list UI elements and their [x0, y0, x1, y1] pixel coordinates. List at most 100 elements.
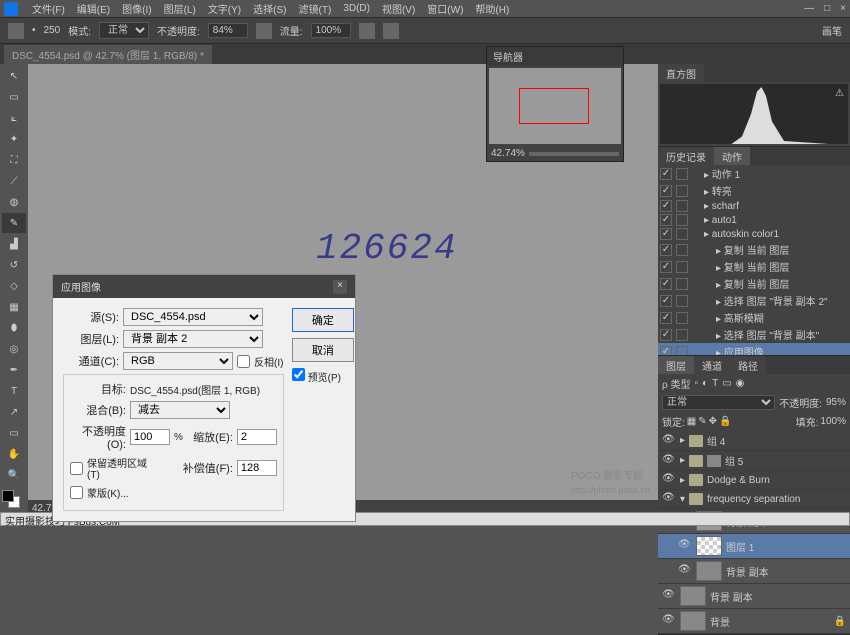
hand-tool[interactable]: ✋: [2, 444, 26, 464]
action-item[interactable]: ✓▸ 转亮: [658, 182, 850, 199]
menu-type[interactable]: 文字(Y): [202, 0, 247, 18]
layer-filter[interactable]: ρ 类型: [662, 376, 690, 391]
menu-image[interactable]: 图像(I): [116, 0, 157, 18]
menu-select[interactable]: 选择(S): [247, 0, 292, 18]
blend-mode-select[interactable]: 正常: [99, 22, 149, 39]
offset-input[interactable]: [237, 460, 277, 476]
blur-tool[interactable]: ⬮: [2, 318, 26, 338]
dodge-tool[interactable]: ◎: [2, 339, 26, 359]
layer-select[interactable]: 背景 副本 2: [123, 330, 263, 348]
navigator-zoom[interactable]: 42.74%: [491, 148, 525, 159]
color-swatch[interactable]: [2, 490, 22, 508]
window-close[interactable]: ×: [840, 3, 846, 14]
menu-help[interactable]: 帮助(H): [469, 0, 515, 18]
menu-view[interactable]: 视图(V): [376, 0, 421, 18]
window-maximize[interactable]: □: [824, 3, 830, 14]
scale-input[interactable]: [237, 429, 277, 445]
stamp-tool[interactable]: ▟: [2, 234, 26, 254]
layer-row[interactable]: 👁▸Dodge & Burn: [658, 471, 850, 490]
channel-select[interactable]: RGB: [123, 352, 233, 370]
airbrush-icon[interactable]: [359, 23, 375, 39]
layer-fill[interactable]: 100%: [820, 416, 846, 427]
layer-row[interactable]: 👁▸组 5: [658, 451, 850, 471]
heal-tool[interactable]: ◍: [2, 192, 26, 212]
tab-histogram[interactable]: 直方图: [658, 64, 704, 82]
flow-input[interactable]: [311, 23, 351, 38]
action-item[interactable]: ✓▸ auto1: [658, 213, 850, 227]
pen-tool[interactable]: ✒: [2, 360, 26, 380]
document-tab[interactable]: DSC_4554.psd @ 42.7% (图层 1, RGB/8) *: [4, 45, 212, 64]
shape-tool[interactable]: ▭: [2, 423, 26, 443]
tab-actions[interactable]: 动作: [714, 147, 750, 165]
invert-checkbox[interactable]: [237, 355, 250, 368]
crop-tool[interactable]: ⛶: [2, 150, 26, 170]
action-item[interactable]: ✓▸ 选择 图层 "背景 副本 2": [658, 292, 850, 309]
menu-filter[interactable]: 滤镜(T): [293, 0, 338, 18]
eraser-tool[interactable]: ◇: [2, 276, 26, 296]
eyedropper-tool[interactable]: ⟋: [2, 171, 26, 191]
visibility-icon[interactable]: 👁: [662, 492, 676, 506]
preview-checkbox[interactable]: [292, 368, 305, 381]
brush-icon[interactable]: [8, 23, 24, 39]
action-item[interactable]: ✓▸ scharf: [658, 199, 850, 213]
warning-icon[interactable]: ⚠: [835, 88, 844, 99]
navigator-panel[interactable]: 导航器 42.74%: [486, 46, 624, 162]
navigator-preview[interactable]: [489, 68, 621, 144]
action-item[interactable]: ✓▸ 动作 1: [658, 165, 850, 182]
action-item[interactable]: ✓▸ 选择 图层 "背景 副本": [658, 326, 850, 343]
menu-3d[interactable]: 3D(D): [337, 1, 376, 16]
menu-window[interactable]: 窗口(W): [421, 0, 469, 18]
layer-row[interactable]: 👁背景🔒: [658, 609, 850, 634]
move-tool[interactable]: ↖: [2, 66, 26, 86]
wand-tool[interactable]: ✦: [2, 129, 26, 149]
lasso-tool[interactable]: ⟀: [2, 108, 26, 128]
layer-row[interactable]: 👁▸组 4: [658, 431, 850, 451]
opacity-input[interactable]: [208, 23, 248, 38]
action-item[interactable]: ✓▸ 复制 当前 图层: [658, 275, 850, 292]
panel-toggle[interactable]: 画笔: [822, 23, 842, 38]
visibility-icon[interactable]: 👁: [662, 473, 676, 487]
cancel-button[interactable]: 取消: [292, 338, 354, 362]
menu-layer[interactable]: 图层(L): [158, 0, 202, 18]
visibility-icon[interactable]: 👁: [662, 589, 676, 603]
menu-edit[interactable]: 编辑(E): [71, 0, 116, 18]
pressure-size-icon[interactable]: [383, 23, 399, 39]
window-minimize[interactable]: —: [804, 3, 814, 14]
layer-row[interactable]: 👁▾frequency separation: [658, 490, 850, 509]
mask-checkbox[interactable]: [70, 486, 83, 499]
visibility-icon[interactable]: 👁: [662, 434, 676, 448]
layer-row[interactable]: 👁图层 1: [658, 534, 850, 559]
history-brush-tool[interactable]: ↺: [2, 255, 26, 275]
menu-file[interactable]: 文件(F): [26, 0, 71, 18]
lock-position-icon[interactable]: ✥: [709, 416, 717, 427]
marquee-tool[interactable]: ▭: [2, 87, 26, 107]
visibility-icon[interactable]: 👁: [678, 539, 692, 553]
source-select[interactable]: DSC_4554.psd: [123, 308, 263, 326]
brush-tool[interactable]: ✎: [2, 213, 26, 233]
layer-opacity[interactable]: 95%: [826, 397, 846, 408]
blend-select[interactable]: 减去: [130, 401, 230, 419]
tab-layers[interactable]: 图层: [658, 356, 694, 374]
layer-row[interactable]: 👁背景 副本: [658, 584, 850, 609]
action-item[interactable]: ✓▸ 应用图像: [658, 343, 850, 355]
lock-all-icon[interactable]: 🔒: [719, 416, 731, 427]
action-item[interactable]: ✓▸ autoskin color1: [658, 227, 850, 241]
dlg-opacity-input[interactable]: [130, 429, 170, 445]
tab-paths[interactable]: 路径: [730, 356, 766, 374]
lock-paint-icon[interactable]: ✎: [698, 416, 706, 427]
lock-transparent-icon[interactable]: ▦: [687, 416, 696, 427]
gradient-tool[interactable]: ▦: [2, 297, 26, 317]
layer-blend-select[interactable]: 正常: [662, 395, 775, 410]
type-tool[interactable]: T: [2, 381, 26, 401]
close-icon[interactable]: ×: [333, 280, 347, 294]
path-tool[interactable]: ↗: [2, 402, 26, 422]
action-item[interactable]: ✓▸ 复制 当前 图层: [658, 241, 850, 258]
action-item[interactable]: ✓▸ 高斯模糊: [658, 309, 850, 326]
visibility-icon[interactable]: 👁: [662, 454, 676, 468]
tab-channels[interactable]: 通道: [694, 356, 730, 374]
ok-button[interactable]: 确定: [292, 308, 354, 332]
zoom-tool[interactable]: 🔍: [2, 465, 26, 485]
layer-row[interactable]: 👁背景 副本: [658, 559, 850, 584]
pressure-opacity-icon[interactable]: [256, 23, 272, 39]
visibility-icon[interactable]: 👁: [678, 564, 692, 578]
